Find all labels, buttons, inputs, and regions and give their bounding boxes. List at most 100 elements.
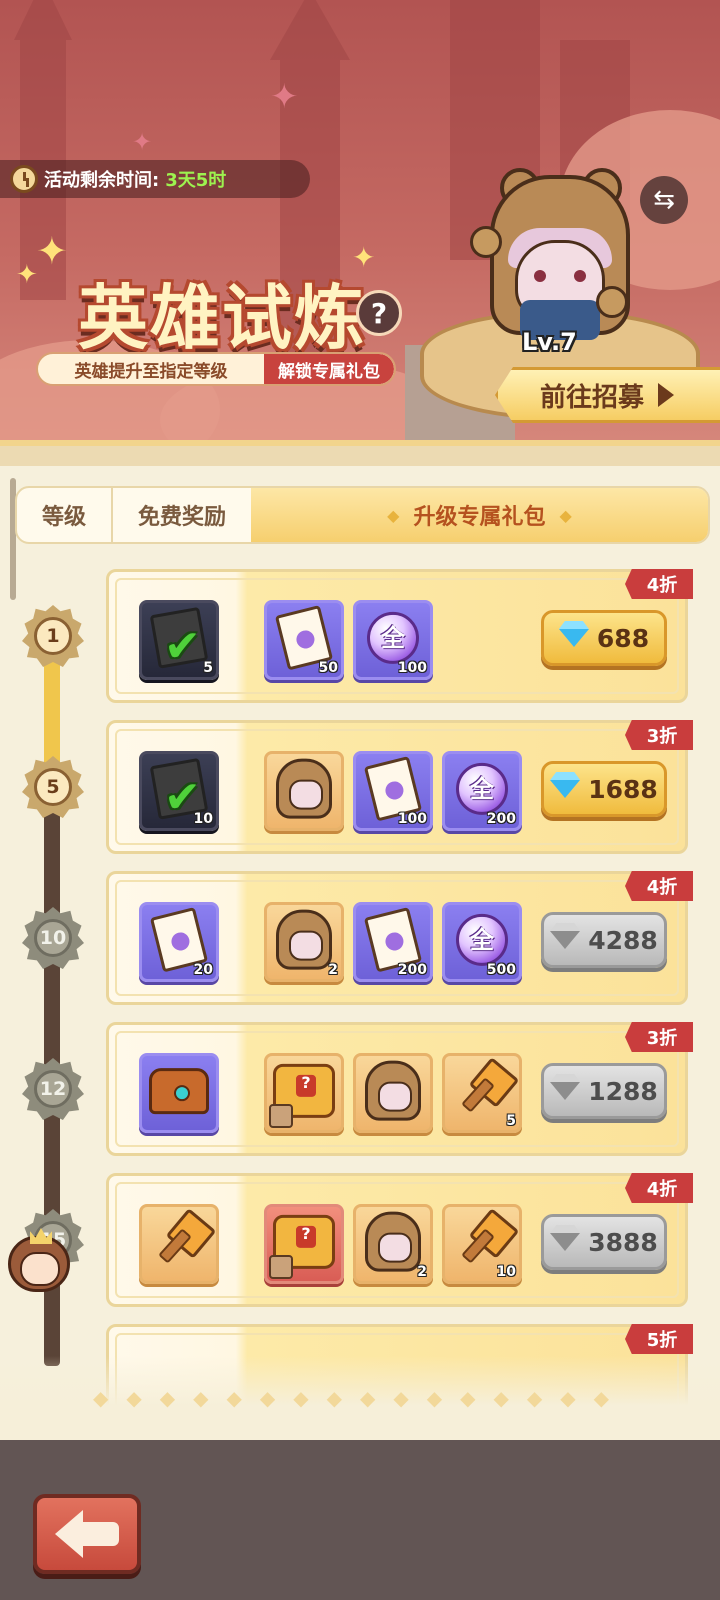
universal-orb-icon: 全 xyxy=(456,913,508,966)
level-marker: 12 xyxy=(22,1058,84,1120)
wave-decoration: ◆◆◆◆◆◆◆◆◆◆◆◆◆◆◆◆ xyxy=(92,1386,628,1410)
reward-item[interactable] xyxy=(353,1053,433,1133)
diamond-deco-icon: ◆ xyxy=(387,505,400,525)
reward-item[interactable] xyxy=(264,1053,344,1133)
item-quantity: 10 xyxy=(193,811,213,827)
reward-item[interactable]: 20 xyxy=(139,902,219,982)
reward-item[interactable]: 5 xyxy=(442,1053,522,1133)
tab-upgrade-gift[interactable]: ◆ 升级专属礼包 ◆ xyxy=(251,488,708,542)
reward-item[interactable]: 50 xyxy=(264,600,344,680)
bear-hero-icon xyxy=(276,909,332,970)
buy-button[interactable]: 4288 xyxy=(541,912,667,968)
mascot-crown-icon xyxy=(30,1228,52,1244)
reward-item[interactable] xyxy=(139,1053,219,1133)
swap-hero-button[interactable]: ⇆ xyxy=(640,176,688,224)
level-number: 10 xyxy=(34,919,72,957)
diamond-icon xyxy=(550,780,581,798)
item-quantity: 20 xyxy=(193,962,213,978)
reward-item[interactable] xyxy=(139,1204,219,1284)
tab-upgrade-gift-label: 升级专属礼包 xyxy=(413,505,546,530)
item-quantity: 100 xyxy=(397,811,427,827)
back-arrow-icon xyxy=(55,1510,119,1558)
reward-item[interactable]: ✔ 10 xyxy=(139,751,219,831)
universal-orb-icon: 全 xyxy=(456,762,508,815)
item-quantity: 100 xyxy=(397,660,427,676)
discount-badge: 4折 xyxy=(625,871,693,901)
diamond-icon xyxy=(550,1233,581,1251)
help-button[interactable]: ? xyxy=(356,290,402,336)
hero-badge-icon xyxy=(269,1255,293,1279)
gift-row: 4折 ✔ 5 50 全 100 688 xyxy=(106,569,693,703)
reward-item[interactable]: 2 xyxy=(353,1204,433,1284)
reward-item[interactable] xyxy=(264,1204,344,1284)
item-quantity: 2 xyxy=(417,1264,427,1280)
item-quantity: 50 xyxy=(318,660,338,676)
item-quantity: 200 xyxy=(397,962,427,978)
level-marker: 5 xyxy=(22,756,84,818)
reward-item[interactable]: 2 xyxy=(264,902,344,982)
universal-orb-icon: 全 xyxy=(367,611,419,664)
tab-level[interactable]: 等级 xyxy=(17,488,113,542)
bear-hero-icon xyxy=(276,758,332,819)
discount-badge: 4折 xyxy=(625,1173,693,1203)
treasure-chest-icon xyxy=(149,1068,209,1115)
tab-free-rewards[interactable]: 免费奖励 xyxy=(113,488,251,542)
subtitle-reward: 解锁专属礼包 xyxy=(264,354,394,384)
event-timer: 活动剩余时间: 3天5时 xyxy=(0,160,310,198)
item-quantity: 5 xyxy=(506,1113,516,1129)
discount-badge: 3折 xyxy=(625,720,693,750)
price-value: 3888 xyxy=(588,1227,658,1257)
sparkle-icon: ✦ xyxy=(36,229,68,273)
discount-badge: 5折 xyxy=(625,1324,693,1354)
level-number: 12 xyxy=(34,1070,72,1108)
gift-row: 3折 5 1288 xyxy=(106,1022,693,1156)
item-quantity: 10 xyxy=(496,1264,516,1280)
hammer-icon xyxy=(147,1209,211,1273)
back-button[interactable] xyxy=(33,1494,141,1574)
mascot-guide[interactable] xyxy=(6,1228,72,1304)
price-value: 4288 xyxy=(588,925,658,955)
gift-row: 4折 20 2 200 全 500 4288 xyxy=(106,871,693,1005)
reward-item[interactable] xyxy=(264,751,344,831)
discount-badge: 4折 xyxy=(625,569,693,599)
buy-button[interactable]: 1288 xyxy=(541,1063,667,1119)
price-value: 1688 xyxy=(588,774,658,804)
hero-badge-icon xyxy=(269,1104,293,1128)
gift-row: 3折 ✔ 10 100 全 200 1688 xyxy=(106,720,693,854)
hero-claw xyxy=(596,286,628,318)
reward-item[interactable]: 全 100 xyxy=(353,600,433,680)
buy-button[interactable]: 1688 xyxy=(541,761,667,817)
event-subtitle: 英雄提升至指定等级 解锁专属礼包 xyxy=(36,352,396,386)
reward-item[interactable]: 100 xyxy=(353,751,433,831)
price-value: 1288 xyxy=(588,1076,658,1106)
item-quantity: 200 xyxy=(486,811,516,827)
bear-hero-icon xyxy=(365,1211,421,1272)
sparkle-icon: ✦ xyxy=(16,260,38,290)
buy-button[interactable]: 688 xyxy=(541,610,667,666)
sparkle-icon: ✦ xyxy=(132,128,153,156)
event-title: 英雄试炼 xyxy=(78,276,366,359)
sparkle-icon: ✦ xyxy=(270,77,299,117)
hero-eye xyxy=(534,270,546,282)
diamond-icon xyxy=(550,931,581,949)
reward-item[interactable]: 全 500 xyxy=(442,902,522,982)
level-marker: 10 xyxy=(22,907,84,969)
clock-icon xyxy=(10,165,38,193)
recruit-button[interactable]: 前往招募 xyxy=(495,367,720,423)
hero-claw xyxy=(470,226,502,258)
reward-item[interactable]: 200 xyxy=(353,902,433,982)
item-quantity: 5 xyxy=(203,660,213,676)
event-header: 活动剩余时间: 3天5时 ✦ ✦ ✦ ✦ ✦ 英雄试炼 ? 英雄提升至指定等级 … xyxy=(0,0,720,460)
level-marker: 1 xyxy=(22,605,84,667)
buy-button[interactable]: 3888 xyxy=(541,1214,667,1270)
mascot-face xyxy=(20,1252,60,1286)
tab-bar: 等级 免费奖励 ◆ 升级专属礼包 ◆ xyxy=(15,486,710,544)
reward-item[interactable]: ✔ 5 xyxy=(139,600,219,680)
level-number: 5 xyxy=(34,768,72,806)
diamond-icon xyxy=(550,1082,581,1100)
gift-row: 4折 2 10 3888 xyxy=(106,1173,693,1307)
reward-item[interactable]: 10 xyxy=(442,1204,522,1284)
hero-eye xyxy=(574,270,586,282)
reward-item[interactable]: 全 200 xyxy=(442,751,522,831)
play-arrow-icon xyxy=(658,383,675,407)
